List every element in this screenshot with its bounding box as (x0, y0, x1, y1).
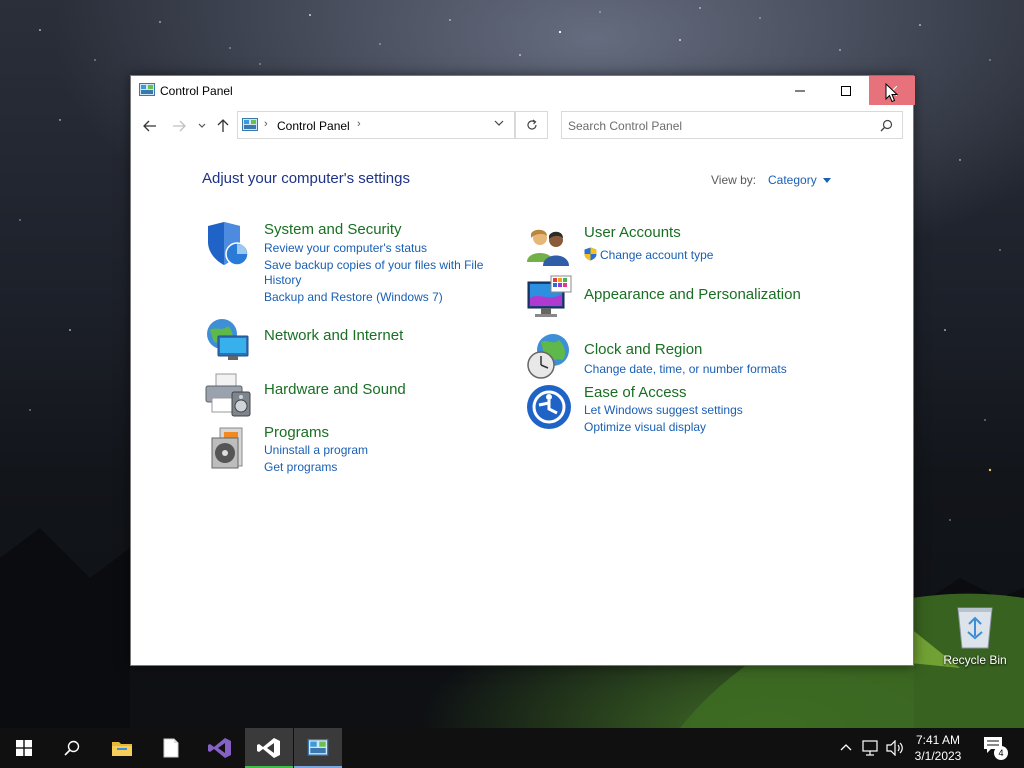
refresh-icon (526, 119, 537, 130)
shield-icon[interactable] (204, 220, 252, 268)
network-icon[interactable] (862, 740, 880, 756)
appearance-monitor-icon[interactable] (525, 274, 573, 322)
ease-of-access-icon[interactable] (525, 383, 573, 431)
link-optimize-visual-display[interactable]: Optimize visual display (584, 420, 706, 435)
search-icon[interactable] (880, 119, 893, 132)
category-clock-region: Clock and Region Change date, time, or n… (525, 332, 825, 380)
link-get-programs[interactable]: Get programs (264, 460, 337, 475)
up-button[interactable] (214, 118, 232, 134)
vscode-icon (257, 738, 280, 758)
arrow-left-icon (143, 120, 156, 132)
category-title[interactable]: Clock and Region (584, 341, 702, 358)
visual-studio-icon (208, 738, 231, 758)
taskbar-search-button[interactable] (48, 728, 96, 768)
category-system-security: System and Security Review your computer… (204, 220, 484, 305)
minimize-icon (795, 90, 805, 91)
recycle-bin-icon (957, 607, 993, 649)
category-hardware-sound: Hardware and Sound (204, 370, 484, 418)
document-icon (163, 738, 179, 758)
breadcrumb-separator-icon[interactable]: › (264, 118, 268, 130)
taskbar-clock[interactable]: 7:41 AM 3/1/2023 (905, 732, 971, 764)
uac-shield-icon (584, 247, 597, 261)
address-history-chevron-icon[interactable] (494, 120, 504, 127)
clock-date: 3/1/2023 (914, 749, 962, 763)
control-panel-window: Control Panel › Control Panel › Search C… (130, 75, 915, 666)
window-title: Control Panel (160, 84, 233, 98)
link-save-backup-history[interactable]: History (264, 273, 301, 288)
navigation-bar: › Control Panel › (131, 110, 913, 142)
category-title[interactable]: System and Security (264, 221, 402, 238)
arrow-right-icon (173, 120, 186, 132)
category-programs: Programs Uninstall a program Get program… (204, 424, 484, 474)
taskbar-file-explorer[interactable] (98, 728, 146, 768)
address-bar[interactable]: › Control Panel › (237, 111, 515, 139)
link-change-account-type[interactable]: Change account type (600, 248, 713, 263)
view-by-label: View by: (711, 173, 757, 187)
clock-time: 7:41 AM (915, 733, 961, 747)
control-panel-icon (242, 118, 258, 131)
taskbar-visual-studio-code[interactable] (245, 728, 293, 768)
taskbar-notepad[interactable] (147, 728, 195, 768)
control-panel-icon (139, 83, 155, 96)
clock-globe-icon[interactable] (525, 332, 573, 380)
control-panel-icon (307, 739, 329, 756)
forward-button[interactable] (170, 118, 188, 134)
category-title[interactable]: Programs (264, 424, 329, 441)
category-ease-of-access: Ease of Access Let Windows suggest setti… (525, 383, 825, 435)
category-appearance: Appearance and Personalization (525, 274, 825, 322)
taskbar-control-panel[interactable] (294, 728, 342, 768)
notification-badge: 4 (994, 746, 1008, 760)
link-change-date-time[interactable]: Change date, time, or number formats (584, 362, 787, 377)
recycle-bin-desktop-icon[interactable]: Recycle Bin (940, 602, 1010, 670)
breadcrumb-separator-icon[interactable]: › (357, 118, 361, 130)
user-accounts-icon[interactable] (525, 224, 573, 272)
breadcrumb-control-panel[interactable]: Control Panel (277, 119, 350, 133)
arrow-up-icon (217, 119, 229, 132)
category-network-internet: Network and Internet (204, 316, 484, 364)
category-title[interactable]: Network and Internet (264, 327, 403, 344)
link-save-backup[interactable]: Save backup copies of your files with Fi… (264, 258, 483, 273)
programs-disc-icon[interactable] (204, 424, 252, 472)
recycle-bin-label: Recycle Bin (943, 653, 1007, 667)
volume-icon[interactable] (886, 740, 904, 756)
network-globe-icon[interactable] (204, 316, 252, 364)
chevron-down-icon (198, 123, 206, 128)
link-backup-restore[interactable]: Backup and Restore (Windows 7) (264, 290, 443, 305)
link-review-status[interactable]: Review your computer's status (264, 241, 427, 256)
category-title[interactable]: Hardware and Sound (264, 381, 406, 398)
refresh-button[interactable] (515, 111, 548, 139)
search-input[interactable] (568, 117, 868, 134)
category-user-accounts: User Accounts Change account type (525, 224, 825, 266)
search-icon (64, 740, 80, 756)
printer-icon[interactable] (204, 370, 252, 418)
recent-locations-button[interactable] (195, 118, 209, 134)
minimize-button[interactable] (777, 76, 823, 105)
windows-logo-icon (16, 740, 32, 756)
maximize-button[interactable] (823, 76, 869, 105)
category-title[interactable]: Ease of Access (584, 384, 687, 401)
taskbar-visual-studio[interactable] (196, 728, 244, 768)
view-by-dropdown[interactable]: Category (768, 173, 817, 187)
maximize-icon (841, 85, 851, 96)
title-bar[interactable]: Control Panel (131, 76, 915, 105)
back-button[interactable] (141, 118, 159, 134)
link-let-windows-suggest[interactable]: Let Windows suggest settings (584, 403, 743, 418)
link-uninstall-program[interactable]: Uninstall a program (264, 443, 368, 458)
folder-icon (112, 742, 132, 756)
page-heading: Adjust your computer's settings (202, 170, 410, 187)
category-title[interactable]: User Accounts (584, 224, 681, 241)
start-button[interactable] (0, 728, 48, 768)
taskbar: 7:41 AM 3/1/2023 4 (0, 728, 1024, 768)
mouse-cursor-icon (885, 83, 899, 103)
search-box (561, 111, 903, 139)
action-center-button[interactable]: 4 (983, 736, 1008, 760)
category-title[interactable]: Appearance and Personalization (584, 286, 801, 303)
view-by-caret-icon[interactable] (823, 178, 831, 183)
show-hidden-icons-chevron-up-icon[interactable] (840, 743, 852, 751)
